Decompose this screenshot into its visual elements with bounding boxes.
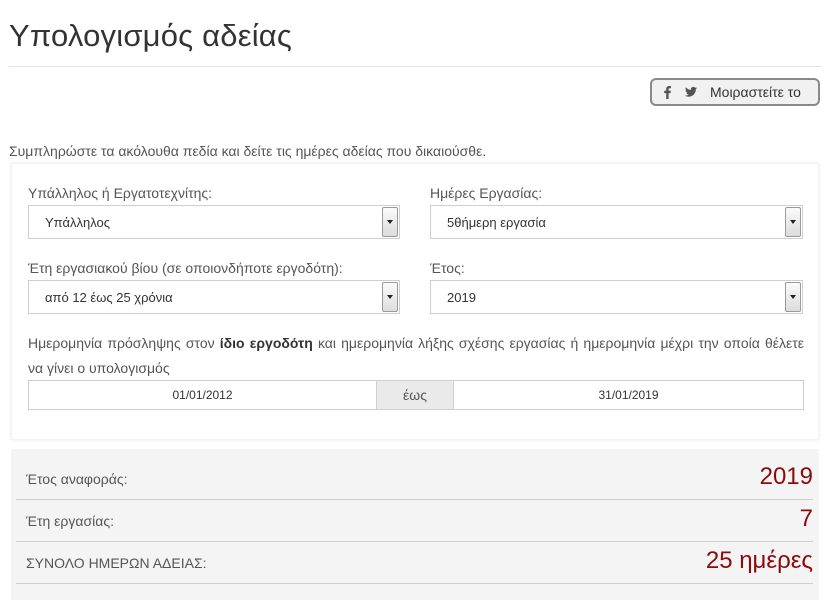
year-value: 2019	[447, 290, 476, 305]
date-note-text: Ημερομηνία πρόσληψης στον	[28, 335, 220, 351]
result-row-work-years: Έτη εργασίας: 7	[16, 500, 813, 542]
result-value: 2019	[759, 463, 813, 490]
date-range-separator: έως	[376, 381, 454, 409]
results-panel: Έτος αναφοράς: 2019 Έτη εργασίας: 7 ΣΥΝΟ…	[11, 449, 819, 600]
employee-type-select[interactable]: Υπάλληλος	[28, 205, 400, 239]
result-value: 7	[799, 505, 813, 532]
year-select[interactable]: 2019	[430, 280, 803, 314]
work-days-select[interactable]: 5θήμερη εργασία	[430, 205, 803, 239]
instructions-text: Συμπληρώστε τα ακόλουθα πεδία και δείτε …	[9, 143, 487, 159]
chevron-down-icon[interactable]	[785, 207, 801, 237]
work-days-value: 5θήμερη εργασία	[447, 215, 546, 230]
date-note-emphasis: ίδιο εργοδότη	[219, 335, 313, 351]
chevron-down-icon[interactable]	[382, 207, 398, 237]
result-label: ΣΥΝΟΛΟ ΗΜΕΡΩΝ ΑΔΕΙΑΣ:	[26, 555, 207, 571]
title-divider	[9, 66, 821, 67]
employee-type-label: Υπάλληλος ή Εργατοτεχνίτης:	[28, 185, 213, 201]
facebook-icon[interactable]	[661, 85, 673, 99]
twitter-icon[interactable]	[685, 85, 697, 99]
end-date-input[interactable]	[454, 381, 803, 409]
year-label: Έτος:	[430, 260, 465, 276]
page-title: Υπολογισμός αδείας	[9, 18, 293, 53]
employee-type-value: Υπάλληλος	[45, 215, 110, 230]
result-row-reference-year: Έτος αναφοράς: 2019	[16, 458, 813, 500]
calculator-form: Υπάλληλος ή Εργατοτεχνίτης: Υπάλληλος Ημ…	[11, 163, 819, 440]
result-row-total-leave-days: ΣΥΝΟΛΟ ΗΜΕΡΩΝ ΑΔΕΙΑΣ: 25 ημέρες	[16, 542, 813, 584]
work-years-select[interactable]: από 12 έως 25 χρόνια	[28, 280, 400, 314]
work-days-label: Ημέρες Εργασίας:	[430, 185, 543, 201]
date-range: έως	[28, 380, 804, 410]
result-label: Έτος αναφοράς:	[26, 471, 128, 487]
share-button[interactable]: Μοιραστείτε το	[650, 78, 820, 106]
share-label: Μοιραστείτε το	[710, 84, 801, 100]
work-years-value: από 12 έως 25 χρόνια	[45, 290, 173, 305]
date-range-description: Ημερομηνία πρόσληψης στον ίδιο εργοδότη …	[28, 331, 804, 381]
start-date-input[interactable]	[29, 381, 376, 409]
chevron-down-icon[interactable]	[785, 282, 801, 312]
result-value: 25 ημέρες	[705, 547, 813, 574]
result-label: Έτη εργασίας:	[26, 513, 114, 529]
chevron-down-icon[interactable]	[382, 282, 398, 312]
work-years-label: Έτη εργασιακού βίου (σε οποιονδήποτε εργ…	[28, 260, 343, 276]
